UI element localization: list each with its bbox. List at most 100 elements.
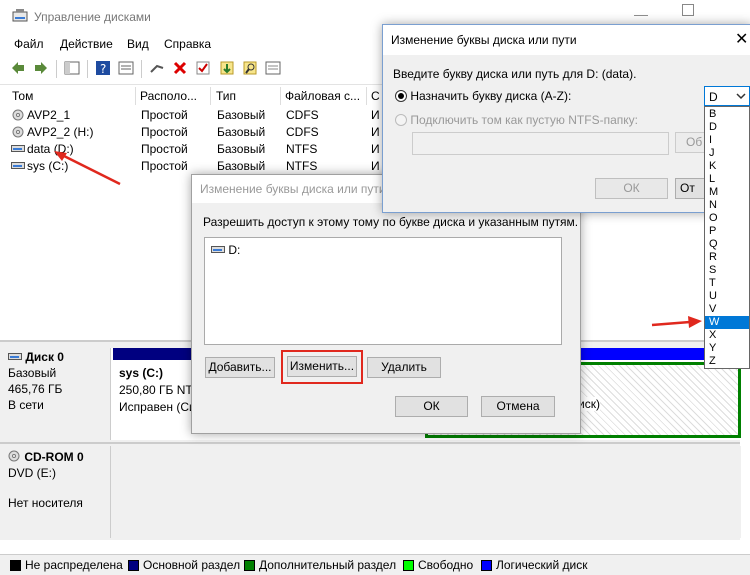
assign-letter-label: Назначить букву диска (A-Z): [410, 89, 572, 103]
letter-option[interactable]: M [705, 186, 749, 199]
forward-icon[interactable] [33, 60, 49, 76]
letter-option[interactable]: O [705, 212, 749, 225]
cdrom-status: Нет носителя [8, 496, 83, 510]
letter-option[interactable]: L [705, 173, 749, 186]
volume-row[interactable]: AVP2_2 (H:) Простой Базовый CDFS И [0, 123, 385, 140]
radio-empty-icon [395, 114, 407, 126]
letter-option[interactable]: P [705, 225, 749, 238]
drive-letter-dropdown[interactable]: D B D I J K L M N O P Q R S T U V W X Y … [704, 86, 750, 369]
legend-logical: Логический диск [481, 558, 588, 572]
drive-icon [8, 353, 22, 360]
cdrom-area [110, 446, 741, 538]
letter-option[interactable]: B [705, 108, 749, 121]
volume-layout: Простой [141, 159, 188, 173]
remove-button[interactable]: Удалить [367, 357, 441, 378]
letter-option[interactable]: J [705, 147, 749, 160]
volume-type: Базовый [217, 142, 266, 156]
change-button[interactable]: Изменить... [287, 356, 357, 377]
letter-option[interactable]: R [705, 251, 749, 264]
assign-letter-dialog: Изменение буквы диска или пути ✕ Введите… [382, 24, 750, 213]
column-filesystem[interactable]: Файловая с... [281, 87, 367, 105]
import-icon[interactable] [219, 60, 235, 76]
help-icon[interactable]: ? [95, 60, 111, 76]
letter-option[interactable]: K [705, 160, 749, 173]
paths-list-item-label: D: [228, 243, 241, 257]
folder-path-input[interactable] [412, 132, 669, 155]
assign-letter-option[interactable]: Назначить букву диска (A-Z): [395, 89, 571, 103]
column-layout[interactable]: Располо... [136, 87, 211, 105]
drive-letter-list: B D I J K L M N O P Q R S T U V W X Y Z [704, 106, 750, 369]
dialog1-prompt: Разрешить доступ к этому тому по букве д… [203, 215, 579, 229]
partition-c-bar [113, 348, 193, 360]
paths-list[interactable]: D: [204, 237, 562, 345]
cd-icon [12, 126, 24, 138]
disk0-type: Базовый [8, 366, 57, 380]
menu-help[interactable]: Справка [164, 37, 211, 51]
console-tree-icon[interactable] [64, 60, 80, 76]
partition-d-status: иск) [578, 397, 600, 411]
column-type[interactable]: Тип [212, 87, 281, 105]
dialog1-cancel-button[interactable]: Отмена [481, 396, 555, 417]
drive-letter-select[interactable]: D [704, 86, 750, 106]
drive-icon [11, 162, 25, 169]
close-icon[interactable]: ✕ [735, 29, 748, 49]
list-view-icon[interactable] [265, 60, 281, 76]
volume-row[interactable]: AVP2_1 Простой Базовый CDFS И [0, 106, 385, 123]
connect-icon[interactable] [149, 60, 165, 76]
letter-option[interactable]: X [705, 329, 749, 342]
back-icon[interactable] [10, 60, 26, 76]
letter-option[interactable]: N [705, 199, 749, 212]
search-icon[interactable] [242, 60, 258, 76]
volume-fs: NTFS [286, 159, 318, 173]
annotation-arrow-icon [651, 316, 702, 328]
letter-option-highlighted[interactable]: W [705, 316, 749, 329]
volume-status: И [371, 159, 380, 173]
chevron-down-icon [736, 93, 746, 100]
cdrom-info[interactable]: CD-ROM 0 DVD (E:) Нет носителя [8, 450, 106, 512]
add-button[interactable]: Добавить... [205, 357, 275, 378]
letter-option[interactable]: Z [705, 355, 749, 368]
volume-status: И [371, 108, 380, 122]
letter-option[interactable]: Q [705, 238, 749, 251]
disk0-size: 465,76 ГБ [8, 382, 63, 396]
volume-list-header: Том Располо... Тип Файловая с... С [0, 87, 386, 105]
dialog2-ok-button[interactable]: ОК [595, 178, 668, 199]
letter-option[interactable]: U [705, 290, 749, 303]
dialog2-prompt: Введите букву диска или путь для D: (dat… [393, 67, 637, 81]
maximize-button[interactable] [682, 4, 694, 16]
volume-fs: CDFS [286, 108, 319, 122]
paths-list-item[interactable]: D: [211, 243, 240, 257]
drive-letter-selected: D [709, 90, 718, 104]
letter-option[interactable]: D [705, 121, 749, 134]
partition-c-name: sys (C:) [119, 366, 164, 380]
annotation-arrow-icon [54, 151, 121, 186]
letter-option[interactable]: V [705, 303, 749, 316]
delete-icon[interactable] [172, 60, 188, 76]
volume-type: Базовый [217, 108, 266, 122]
partition-c[interactable]: sys (C:) 250,80 ГБ NTF Исправен (Си [113, 362, 200, 436]
dialog1-ok-button[interactable]: ОК [395, 396, 468, 417]
minimize-button[interactable]: — [634, 6, 648, 22]
drive-icon [11, 145, 25, 152]
letter-option[interactable]: T [705, 277, 749, 290]
partition-c-size: 250,80 ГБ NTF [119, 383, 201, 397]
mount-folder-option[interactable]: Подключить том как пустую NTFS-папку: [395, 113, 638, 127]
column-volume[interactable]: Том [8, 87, 136, 105]
menu-action[interactable]: Действие [60, 37, 113, 51]
drive-icon [211, 246, 225, 253]
cdrom-drive: DVD (E:) [8, 466, 56, 480]
letter-option[interactable]: I [705, 134, 749, 147]
properties-icon[interactable] [118, 60, 134, 76]
volume-fs: CDFS [286, 125, 319, 139]
menu-view[interactable]: Вид [127, 37, 149, 51]
menu-file[interactable]: Файл [14, 37, 44, 51]
legend-primary: Основной раздел [128, 558, 240, 572]
disk0-info[interactable]: Диск 0 Базовый 465,76 ГБ В сети [8, 350, 106, 414]
check-icon[interactable] [195, 60, 211, 76]
letter-option[interactable]: Y [705, 342, 749, 355]
cd-icon [12, 109, 24, 121]
dialog2-titlebar: Изменение буквы диска или пути ✕ [383, 25, 750, 55]
volume-status: И [371, 142, 380, 156]
volume-layout: Простой [141, 108, 188, 122]
letter-option[interactable]: S [705, 264, 749, 277]
